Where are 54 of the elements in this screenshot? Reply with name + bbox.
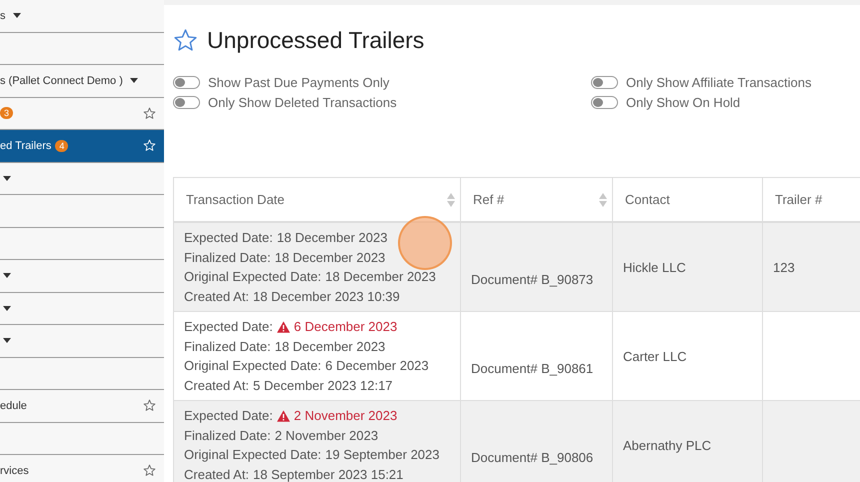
table-cell: Document# B_90861 [471,361,594,376]
date-label: Finalized Date: [184,250,271,265]
date-value: 2 November 2023 [274,428,378,443]
sidebar-item[interactable]: edule [0,390,164,422]
table-cell: Abernathy PLC [623,438,712,452]
table-cell: Carter LLC [623,348,687,364]
star-icon[interactable] [143,464,156,478]
date-label: Original Expected Date: [184,269,322,284]
date-value: 18 December 2023 [276,230,388,246]
date-value: 6 December 2023 [325,358,429,374]
date-value: 18 December 2023 10:39 [253,288,400,304]
sidebar-item[interactable]: rvices [0,455,164,482]
star-icon[interactable] [143,399,156,412]
table-cell: Document# B_90806 [471,450,594,465]
sidebar-item[interactable]: s [0,0,164,32]
sidebar-item[interactable]: s (Pallet Connect Demo ) [0,65,164,98]
table-cell: Hickle LLC [623,260,686,274]
date-label: Finalized Date: [184,338,271,354]
date-value: 18 December 2023 [325,269,436,284]
date-label: Expected Date: [184,319,273,334]
date-value: 18 September 2023 15:21 [253,466,404,482]
page-title: Unprocessed Trailers [207,26,424,54]
count-badge: 4 [55,140,68,152]
date-value: 18 December 2023 [274,250,386,265]
column-header[interactable]: Contact [613,178,763,221]
toggle-switch[interactable] [591,76,618,89]
toggle-label: Only Show On Hold [626,95,740,110]
date-value: 18 December 2023 [274,338,386,354]
star-icon[interactable] [143,106,156,120]
toggle-label: Show Past Due Payments Only [208,75,390,90]
date-label: Original Expected Date: [184,447,322,462]
date-label: Created At: [184,288,250,304]
table-cell: Document# B_90873 [471,272,594,287]
column-header[interactable]: Trailer # [763,178,860,221]
date-label: Expected Date: [184,408,273,424]
date-label: Finalized Date: [184,428,271,443]
date-label: Created At: [184,378,250,393]
date-label: Original Expected Date: [184,358,322,374]
count-badge: 3 [0,107,14,120]
toggle-label: Only Show Affiliate Transactions [626,75,812,90]
sidebar-item[interactable]: ed Trailers 4 [0,130,164,162]
star-icon[interactable] [173,28,198,52]
toggle-label: Only Show Deleted Transactions [208,95,397,110]
table-cell: 123 [773,260,795,274]
date-value: 19 September 2023 [325,447,440,462]
toggle-switch[interactable] [591,96,618,109]
date-value: 2 November 2023 [294,408,398,424]
toggle-switch[interactable] [173,96,200,109]
date-label: Created At: [184,466,250,482]
date-value: 6 December 2023 [294,319,398,334]
toggle-switch[interactable] [173,76,200,89]
column-header[interactable]: Ref # [461,178,613,221]
date-label: Expected Date: [184,230,273,246]
date-value: 5 December 2023 12:17 [253,378,393,393]
